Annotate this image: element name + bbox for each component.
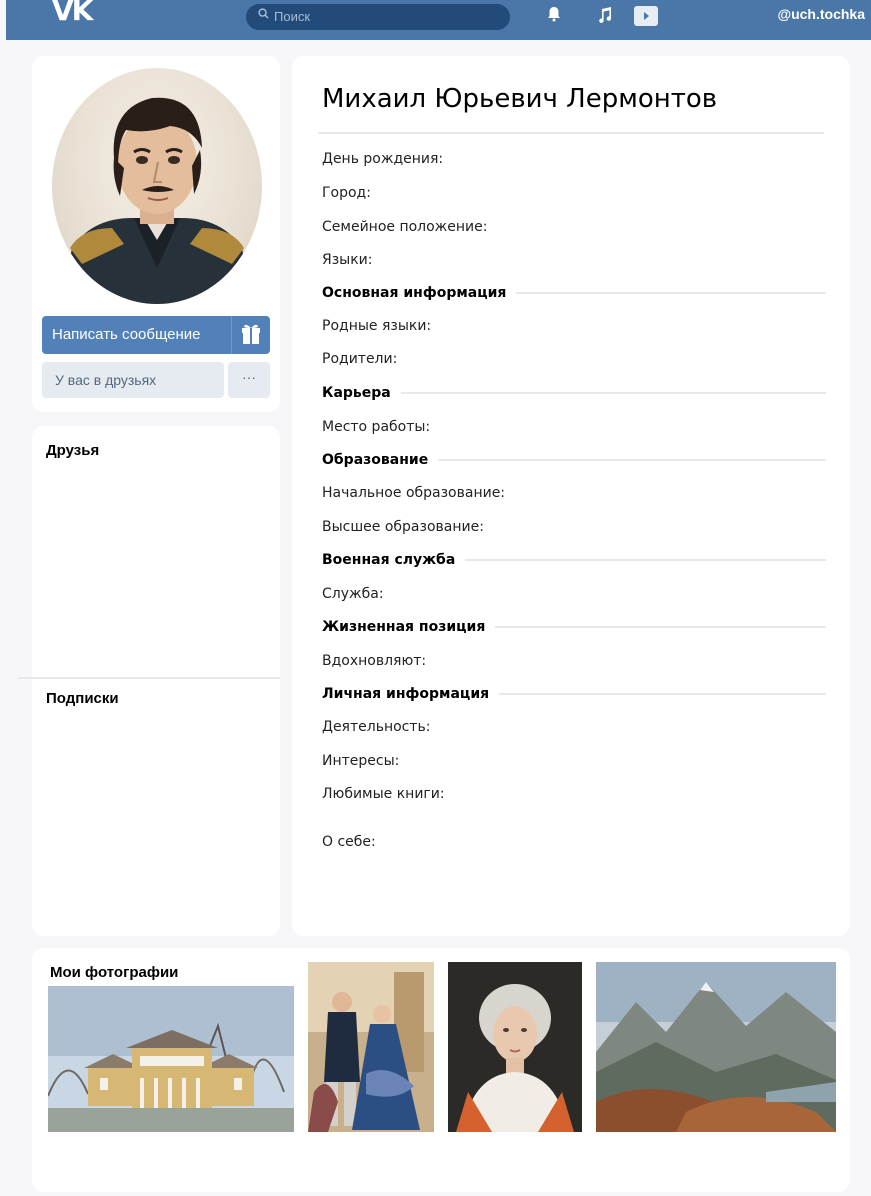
field-parents: Родители: (322, 351, 398, 367)
photo-woman-portrait[interactable] (448, 962, 582, 1132)
divider (495, 626, 826, 628)
photos-title[interactable]: Мои фотографии (50, 964, 178, 981)
section-title: Личная информация (322, 686, 490, 702)
section-life-position: Жизненная позиция (322, 619, 826, 635)
divider (499, 693, 826, 695)
field-languages: Языки: (322, 252, 373, 268)
gift-icon[interactable] (231, 316, 270, 354)
photo-manor-house[interactable] (48, 986, 294, 1132)
video-icon[interactable] (634, 6, 658, 26)
field-birthday: День рождения: (322, 151, 444, 167)
field-higher-education: Высшее образование: (322, 519, 484, 535)
section-career: Карьера (322, 385, 826, 401)
field-favorite-books: Любимые книги: (322, 786, 445, 802)
music-icon[interactable] (596, 6, 614, 24)
section-title: Жизненная позиция (322, 619, 486, 635)
divider (438, 459, 826, 461)
field-native-languages: Родные языки: (322, 318, 432, 334)
field-about: О себе: (322, 834, 376, 850)
top-bar: VK Поиск @uch.tochka (6, 0, 871, 40)
search-placeholder: Поиск (274, 9, 311, 24)
section-personal-info: Личная информация (322, 686, 826, 702)
avatar-card: Написать сообщение У вас в друзьях ··· (32, 56, 280, 412)
field-service: Служба: (322, 586, 384, 602)
divider (516, 292, 826, 294)
vk-logo-icon[interactable]: VK (52, 0, 96, 27)
profile-avatar[interactable] (52, 68, 262, 304)
section-title: Карьера (322, 385, 391, 401)
photo-ballroom-painting[interactable] (308, 962, 434, 1132)
field-inspired-by: Вдохновляют: (322, 653, 427, 669)
section-title: Военная служба (322, 552, 456, 568)
username[interactable]: @uch.tochka (777, 6, 865, 22)
field-city: Город: (322, 185, 371, 201)
field-primary-education: Начальное образование: (322, 485, 506, 501)
profile-info-card: Михаил Юрьевич Лермонтов День рождения: … (292, 56, 850, 936)
friend-status-button[interactable]: У вас в друзьях (42, 362, 224, 398)
divider (400, 392, 826, 394)
field-marital-status: Семейное положение: (322, 219, 488, 235)
divider (318, 132, 824, 134)
field-interests: Интересы: (322, 753, 400, 769)
divider (465, 559, 826, 561)
section-military-service: Военная служба (322, 552, 826, 568)
field-workplace: Место работы: (322, 419, 431, 435)
photos-card: Мои фотографии (32, 948, 850, 1192)
send-message-button[interactable]: Написать сообщение (42, 316, 270, 354)
search-icon (258, 8, 269, 19)
section-title: Основная информация (322, 285, 507, 301)
send-message-label: Написать сообщение (52, 326, 201, 343)
profile-name: Михаил Юрьевич Лермонтов (322, 84, 718, 114)
friends-title[interactable]: Друзья (46, 442, 99, 459)
search-input[interactable]: Поиск (246, 4, 510, 30)
friend-status-label: У вас в друзьях (55, 372, 157, 388)
photo-caucasus-landscape[interactable] (596, 962, 836, 1132)
more-actions-button[interactable]: ··· (228, 362, 270, 398)
bell-icon[interactable] (546, 6, 562, 22)
section-education: Образование (322, 452, 826, 468)
section-title: Образование (322, 452, 429, 468)
section-basic-info: Основная информация (322, 285, 826, 301)
subscriptions-title[interactable]: Подписки (46, 690, 119, 707)
divider (18, 677, 280, 679)
field-activities: Деятельность: (322, 719, 431, 735)
friends-card: Друзья Подписки (18, 426, 280, 936)
